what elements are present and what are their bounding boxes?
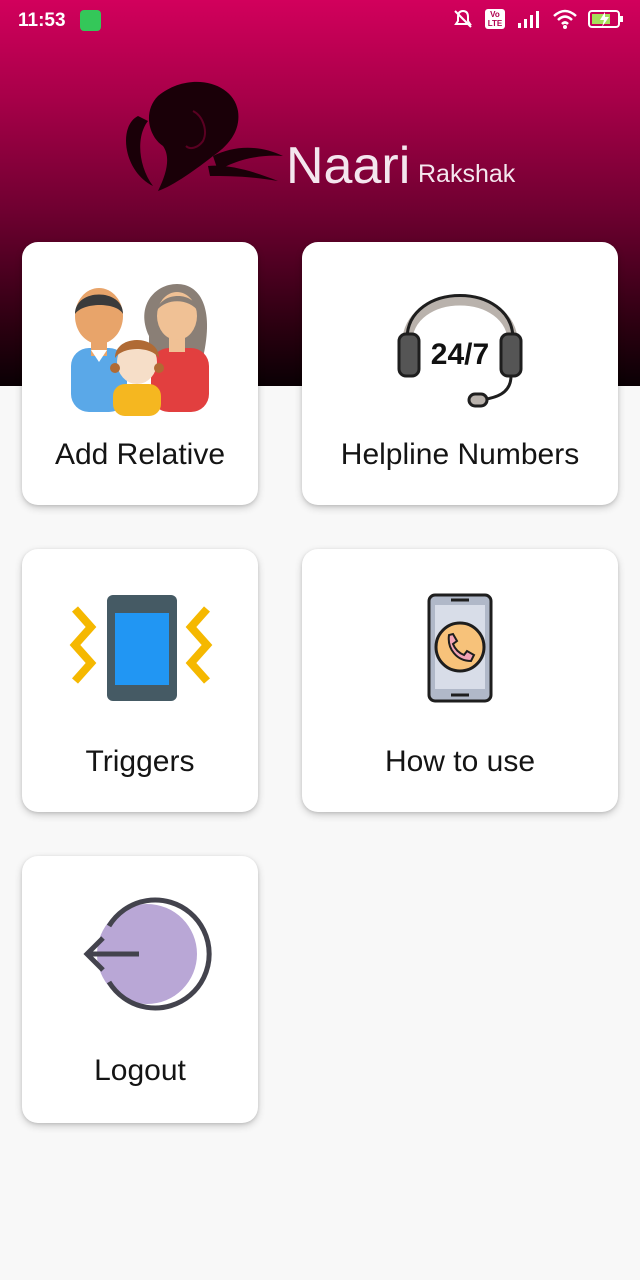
mute-alarm-icon <box>454 9 472 28</box>
triggers-card[interactable]: Triggers <box>22 549 258 812</box>
signal-icon <box>518 11 539 28</box>
helpline-numbers-label: Helpline Numbers <box>340 438 580 471</box>
logo-title: Naari <box>286 137 411 195</box>
status-time: 11:53 <box>18 10 66 31</box>
logout-card[interactable]: Logout <box>22 856 258 1123</box>
vibrating-phone-icon <box>69 595 213 701</box>
woman-silhouette-logo-icon <box>126 81 283 191</box>
helpline-numbers-card[interactable]: 24/7 Helpline Numbers <box>302 242 618 505</box>
status-icons: Vo LTE <box>452 8 624 30</box>
volte-icon: Vo LTE <box>485 9 505 29</box>
how-to-use-card[interactable]: How to use <box>302 549 618 812</box>
logout-icon <box>83 897 212 1011</box>
wifi-icon <box>553 9 577 29</box>
logo-subtitle: Rakshak <box>418 160 516 188</box>
notification-app-icon <box>80 10 101 31</box>
volte-top-text: Vo <box>490 10 500 19</box>
volte-bottom-text: LTE <box>488 19 503 28</box>
how-to-use-label: How to use <box>384 745 536 778</box>
battery-charging-icon <box>588 10 623 28</box>
family-icon <box>71 284 209 416</box>
helpline-24-7-text: 24/7 <box>431 338 489 371</box>
add-relative-card[interactable]: Add Relative <box>22 242 258 505</box>
status-bar: 11:53 Vo LTE <box>0 0 640 42</box>
app-logo: Naari Rakshak <box>118 76 528 206</box>
phone-call-icon <box>427 593 493 703</box>
triggers-label: Triggers <box>85 745 195 778</box>
add-relative-label: Add Relative <box>54 438 226 471</box>
logout-label: Logout <box>94 1054 186 1087</box>
headset-24-7-icon: 24/7 <box>397 294 523 408</box>
